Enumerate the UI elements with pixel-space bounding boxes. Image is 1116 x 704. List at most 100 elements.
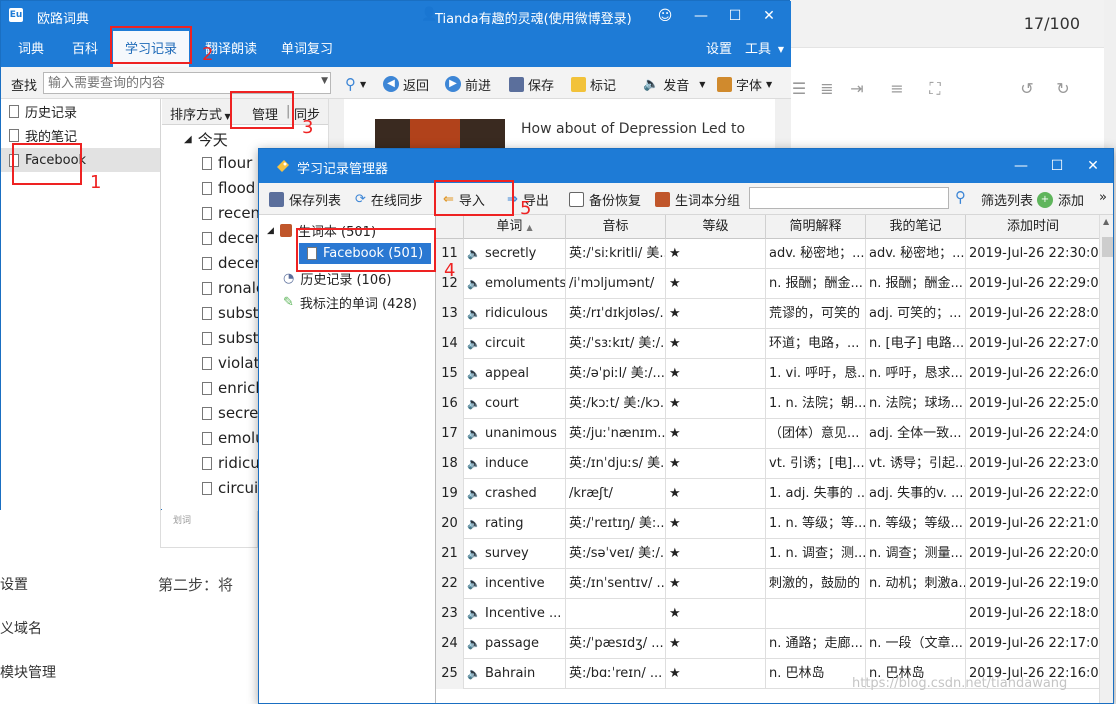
list-item[interactable]: enrich [202, 379, 265, 397]
backup-restore-button[interactable]: 备份恢复 [569, 190, 641, 209]
table-row[interactable]: 15 🔈 appeal 英:/əˈpiːl/ 美:/... ★ 1. vi. 呼吁，恳..… [436, 359, 1100, 389]
search-icon[interactable]: ⚲ ▼ [345, 74, 366, 94]
speaker-icon[interactable]: 🔈 [467, 239, 481, 260]
sidebar-item-history[interactable]: 历史记录 [1, 99, 160, 123]
table-scrollbar[interactable]: ▲ [1099, 215, 1113, 703]
minimize-button[interactable]: — [1009, 155, 1033, 177]
column-header-time[interactable]: 添加时间 [966, 215, 1100, 239]
more-icon[interactable]: » [1099, 190, 1107, 205]
menu-item-settings[interactable]: 设置 [0, 574, 28, 594]
table-row[interactable]: 18 🔈 induce 英:/ɪnˈdjuːs/ 美... ★ vt. 引诱；[电]...… [436, 449, 1100, 479]
list-item[interactable]: subst [202, 304, 259, 322]
speaker-icon[interactable]: 🔈 [467, 359, 481, 380]
news-title[interactable]: How about of Depression Led to [521, 121, 761, 143]
table-row[interactable]: 21 🔈 survey 英:/səˈveɪ/ 美:/... ★ 1. n. 调查；测...… [436, 539, 1100, 569]
tab-dictionary[interactable]: 词典 [7, 31, 55, 67]
table-row[interactable]: 13 🔈 ridiculous 英:/rɪˈdɪkjʊləs/... ★ 荒谬的，可笑的 a… [436, 299, 1100, 329]
menu-item-domain[interactable]: 义域名 [0, 618, 42, 638]
list-item[interactable]: decer [202, 229, 260, 247]
wordbook-group-button[interactable]: 生词本分组 [655, 190, 740, 209]
list-item[interactable]: violat [202, 354, 259, 372]
save-list-button[interactable]: 保存列表 [269, 190, 341, 209]
column-header-level[interactable]: 等级 [666, 215, 766, 239]
table-row[interactable]: 17 🔈 unanimous 英:/juːˈnænɪm... ★ （团体）意见... adj… [436, 419, 1100, 449]
user-name[interactable]: Tianda有趣的灵魂(使用微博登录) [435, 8, 632, 27]
close-button[interactable]: ✕ [1081, 155, 1105, 177]
filter-list-button[interactable]: 筛选列表 [981, 190, 1033, 209]
table-row[interactable]: 20 🔈 rating 英:/ˈreɪtɪŋ/ 美:... ★ 1. n. 等级；等...… [436, 509, 1100, 539]
close-button[interactable]: ✕ [757, 5, 781, 27]
speaker-icon[interactable]: 🔈 [467, 269, 481, 290]
list-item[interactable]: decer [202, 254, 260, 272]
list-item[interactable]: emolu [202, 429, 265, 447]
search-input[interactable] [44, 73, 314, 93]
table-row[interactable]: 24 🔈 passage 英:/ˈpæsɪdʒ/ ... ★ n. 通路；走廊... n. … [436, 629, 1100, 659]
tree-node-marked[interactable]: ✎ 我标注的单词 (428) [283, 293, 417, 312]
undo-icon[interactable]: ↺ [1018, 80, 1036, 98]
speaker-icon[interactable]: 🔈 [467, 389, 481, 410]
nav-settings[interactable]: 设置 [699, 31, 739, 67]
table-row[interactable]: 19 🔈 crashed/kræʃt/★ 1. adj. 失事的 ... adj. 失事… [436, 479, 1100, 509]
maximize-button[interactable]: ☐ [1045, 155, 1069, 177]
list-item[interactable]: ronalc [202, 279, 264, 297]
speaker-icon[interactable]: 🔈 [467, 449, 481, 470]
emoji-icon[interactable]: ☺ [653, 5, 677, 27]
speaker-icon[interactable]: 🔈 [467, 569, 481, 590]
online-sync-button[interactable]: ⟳ 在线同步 [355, 190, 423, 209]
speaker-icon[interactable]: 🔈 [467, 599, 481, 620]
table-row[interactable]: 16 🔈 court 英:/kɔːt/ 美:/kɔ... ★ 1. n. 法院；朝... n… [436, 389, 1100, 419]
menu-item-modules[interactable]: 模块管理 [0, 662, 56, 682]
list-icon[interactable]: ☰ [790, 80, 808, 98]
table-row[interactable]: 22 🔈 incentive 英:/ɪnˈsentɪv/ ... ★ 刺激的，鼓励的 n. … [436, 569, 1100, 599]
scroll-thumb[interactable] [1102, 237, 1113, 257]
speaker-icon[interactable]: 🔈 [467, 659, 481, 680]
indent-icon[interactable]: ⇥ [848, 80, 866, 98]
maximize-button[interactable]: ☐ [723, 5, 747, 27]
speaker-icon[interactable]: 🔈 [467, 479, 481, 500]
speaker-icon[interactable]: 🔈 [467, 629, 481, 650]
list-item[interactable]: ridicu [202, 454, 260, 472]
speaker-icon[interactable]: 🔈 [467, 329, 481, 350]
column-header-word[interactable]: 单词 ▲ [464, 215, 566, 239]
list-item[interactable]: subst [202, 329, 259, 347]
speaker-icon[interactable]: 🔈 [467, 539, 481, 560]
list-item[interactable]: circui [202, 479, 258, 497]
search-icon[interactable]: ⚲ [955, 188, 966, 206]
tab-review[interactable]: 单词复习 [275, 31, 339, 67]
column-header-phonetic[interactable]: 音标 [566, 215, 666, 239]
group-today[interactable]: ◢ 今天 [184, 129, 228, 150]
align-icon[interactable]: ≣ [818, 80, 836, 98]
add-button[interactable]: + 添加 [1037, 190, 1084, 209]
list-item[interactable]: flood [202, 179, 255, 197]
back-button[interactable]: ◀ 返回 [383, 74, 429, 94]
save-button[interactable]: 保存 [509, 74, 554, 94]
tab-encyclopedia[interactable]: 百科 [61, 31, 109, 67]
list-item[interactable]: flour [202, 154, 252, 172]
redo-icon[interactable]: ↻ [1054, 80, 1072, 98]
forward-button[interactable]: ▶ 前进 [445, 74, 491, 94]
list-item[interactable]: recen [202, 204, 260, 222]
list-item[interactable]: secre [202, 404, 258, 422]
table-row[interactable]: 12 🔈 emoluments/iˈmɔljumənt/★ n. 报酬；酬金... n.… [436, 269, 1100, 299]
fullscreen-icon[interactable]: ⛶ [926, 80, 944, 98]
speaker-icon[interactable]: 🔈 [467, 299, 481, 320]
column-header-definition[interactable]: 简明解释 [766, 215, 866, 239]
speaker-icon[interactable]: 🔈 [467, 419, 481, 440]
table-row[interactable]: 11 🔈 secretly 英:/ˈsiːkritli/ 美... ★ adv. 秘密地；… [436, 239, 1100, 269]
font-button[interactable]: 字体 ▼ [717, 74, 772, 94]
filter-input[interactable] [749, 187, 949, 209]
scroll-up-icon[interactable]: ▲ [1103, 217, 1109, 226]
chevron-down-icon[interactable]: ▼ [699, 80, 705, 89]
nav-tools[interactable]: 工具 [743, 31, 773, 67]
table-row[interactable]: 14 🔈 circuit 英:/ˈsɜːkɪt/ 美:/... ★ 环道；电路，... n.… [436, 329, 1100, 359]
chevron-down-icon[interactable]: ▼ [775, 31, 787, 67]
ordered-list-icon[interactable]: ≡ [888, 80, 906, 98]
column-header-note[interactable]: 我的笔记 [866, 215, 966, 239]
minimize-button[interactable]: — [689, 5, 713, 27]
pronounce-button[interactable]: 🔈 发音 ▼ [643, 74, 705, 94]
chevron-down-icon[interactable]: ▼ [321, 76, 328, 86]
speaker-icon[interactable]: 🔈 [467, 509, 481, 530]
mark-button[interactable]: 标记 [571, 74, 616, 94]
table-row[interactable]: 23 🔈 Incentive ... ★ 2019-Jul-26 22:18:06 [436, 599, 1100, 629]
sort-button[interactable]: 排序方式 ▼ [170, 104, 231, 123]
